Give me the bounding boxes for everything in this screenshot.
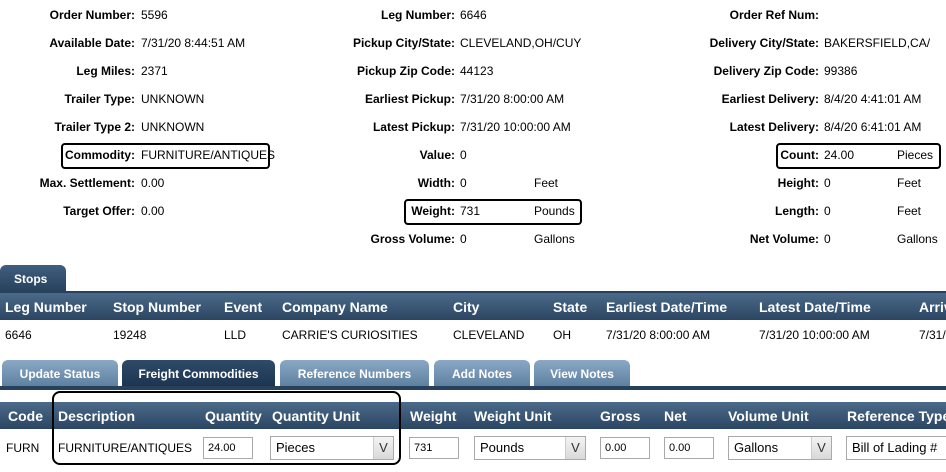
tab-freight-commodities[interactable]: Freight Commodities bbox=[122, 360, 275, 387]
order-ref-num-label: Order Ref Num: bbox=[729, 8, 819, 22]
stops-cell-stop-number: 19248 bbox=[113, 328, 147, 342]
stops-cell-earliest-date-time: 7/31/20 8:00:00 AM bbox=[606, 328, 711, 342]
width-value: 0 bbox=[460, 176, 467, 190]
available-date-value: 7/31/20 8:44:51 AM bbox=[141, 36, 246, 50]
stops-col-latest-date-time: Latest Date/Time bbox=[759, 299, 871, 315]
target-offer-label: Target Offer: bbox=[63, 204, 135, 218]
order-number-value: 5596 bbox=[141, 8, 168, 22]
freight-col-reference-type: Reference Type bbox=[847, 408, 946, 424]
stops-cell-company-name: CARRIE'S CURIOSITIES bbox=[282, 328, 418, 342]
earliest-pickup-label: Earliest Pickup: bbox=[364, 92, 455, 106]
pickup-zip-code-value: 44123 bbox=[460, 64, 494, 78]
stops-table-header: Leg Number Stop Number Event Company Name Ci… bbox=[0, 293, 946, 320]
leg-number-value: 6646 bbox=[460, 8, 487, 22]
stops-cell-city: CLEVELAND bbox=[453, 328, 525, 342]
latest-pickup-label: Latest Pickup: bbox=[372, 120, 455, 134]
stops-col-event: Event bbox=[224, 299, 263, 315]
delivery-zip-code-label: Delivery Zip Code: bbox=[713, 64, 819, 78]
leg-miles-label: Leg Miles: bbox=[76, 64, 135, 78]
stops-cell-arriv: 7/31/ bbox=[919, 328, 946, 342]
chevron-down-icon[interactable]: V bbox=[565, 437, 585, 459]
trailer-type-value: UNKNOWN bbox=[141, 92, 205, 106]
latest-pickup-value: 7/31/20 10:00:00 AM bbox=[460, 120, 571, 134]
net-volume-label: Net Volume: bbox=[749, 232, 819, 246]
freight-col-gross: Gross bbox=[600, 408, 641, 424]
leg-number-label: Leg Number: bbox=[380, 8, 455, 22]
gross-volume-label: Gross Volume: bbox=[370, 232, 455, 246]
weight-highlight bbox=[404, 199, 582, 225]
net-input[interactable]: 0.00 bbox=[664, 437, 714, 459]
gross-input[interactable]: 0.00 bbox=[600, 437, 650, 459]
tabs-band bbox=[0, 386, 946, 390]
stops-col-city: City bbox=[453, 299, 480, 315]
height-label: Height: bbox=[777, 176, 819, 190]
stops-cell-leg-number: 6646 bbox=[5, 328, 32, 342]
height-unit: Feet bbox=[897, 176, 922, 190]
order-number-label: Order Number: bbox=[49, 8, 135, 22]
reference-type-select[interactable]: Bill of Lading # bbox=[846, 436, 946, 460]
earliest-delivery-value: 8/4/20 4:41:01 AM bbox=[824, 92, 922, 106]
leg-miles-value: 2371 bbox=[141, 64, 168, 78]
earliest-delivery-label: Earliest Delivery: bbox=[721, 92, 819, 106]
delivery-city-state-value: BAKERSFIELD,CA/ bbox=[824, 36, 931, 50]
trailer-type-2-value: UNKNOWN bbox=[141, 120, 205, 134]
commodity-highlight bbox=[61, 143, 270, 169]
value-label: Value: bbox=[419, 148, 455, 162]
stops-col-leg-number: Leg Number bbox=[5, 299, 87, 315]
stops-cell-state: OH bbox=[553, 328, 571, 342]
width-unit: Feet bbox=[534, 176, 559, 190]
net-volume-unit: Gallons bbox=[897, 232, 938, 246]
max-settlement-value: 0.00 bbox=[141, 176, 165, 190]
chevron-down-icon[interactable]: V bbox=[811, 437, 831, 459]
tab-reference-numbers[interactable]: Reference Numbers bbox=[280, 360, 429, 387]
trailer-type-label: Trailer Type: bbox=[64, 92, 135, 106]
stops-col-state: State bbox=[553, 299, 588, 315]
stops-col-company-name: Company Name bbox=[282, 299, 388, 315]
pickup-city-state-label: Pickup City/State: bbox=[352, 36, 455, 50]
freight-col-weight-unit: Weight Unit bbox=[474, 408, 552, 424]
earliest-pickup-value: 7/31/20 8:00:00 AM bbox=[460, 92, 565, 106]
count-highlight bbox=[776, 143, 941, 169]
reference-type-value: Bill of Lading # bbox=[852, 440, 938, 455]
volume-unit-select[interactable]: Gallons V bbox=[728, 436, 832, 460]
latest-delivery-value: 8/4/20 6:41:01 AM bbox=[824, 120, 922, 134]
freight-col-net: Net bbox=[664, 408, 687, 424]
stops-cell-latest-date-time: 7/31/20 10:00:00 AM bbox=[759, 328, 870, 342]
freight-col-code: Code bbox=[8, 408, 43, 424]
delivery-zip-code-value: 99386 bbox=[824, 64, 858, 78]
weight-unit-select[interactable]: Pounds V bbox=[474, 436, 586, 460]
max-settlement-label: Max. Settlement: bbox=[39, 176, 135, 190]
freight-col-weight: Weight bbox=[410, 408, 457, 424]
net-volume-value: 0 bbox=[824, 232, 831, 246]
length-value: 0 bbox=[824, 204, 831, 218]
gross-volume-unit: Gallons bbox=[534, 232, 575, 246]
volume-unit-value: Gallons bbox=[734, 440, 779, 455]
tab-view-notes[interactable]: View Notes bbox=[534, 360, 630, 387]
weight-input[interactable]: 731 bbox=[409, 437, 459, 459]
stops-col-earliest-date-time: Earliest Date/Time bbox=[606, 299, 728, 315]
stops-cell-event: LLD bbox=[224, 328, 247, 342]
pickup-zip-code-label: Pickup Zip Code: bbox=[356, 64, 455, 78]
pickup-city-state-value: CLEVELAND,OH/CUY bbox=[460, 36, 582, 50]
available-date-label: Available Date: bbox=[49, 36, 135, 50]
trailer-type-2-label: Trailer Type 2: bbox=[54, 120, 135, 134]
gross-volume-value: 0 bbox=[460, 232, 467, 246]
weight-unit-value: Pounds bbox=[480, 440, 525, 455]
stops-col-stop-number: Stop Number bbox=[113, 299, 201, 315]
length-label: Length: bbox=[775, 204, 819, 218]
delivery-city-state-label: Delivery City/State: bbox=[709, 36, 819, 50]
freight-highlight bbox=[52, 391, 401, 465]
width-label: Width: bbox=[417, 176, 455, 190]
target-offer-value: 0.00 bbox=[141, 204, 165, 218]
tab-update-status[interactable]: Update Status bbox=[2, 360, 118, 387]
height-value: 0 bbox=[824, 176, 831, 190]
latest-delivery-label: Latest Delivery: bbox=[729, 120, 819, 134]
tab-stops[interactable]: Stops bbox=[0, 265, 66, 292]
length-unit: Feet bbox=[897, 204, 922, 218]
tab-add-notes[interactable]: Add Notes bbox=[434, 360, 530, 387]
value-value: 0 bbox=[460, 148, 467, 162]
freight-col-volume-unit: Volume Unit bbox=[728, 408, 809, 424]
freight-code: FURN bbox=[6, 441, 40, 455]
stops-col-arriv: Arriv bbox=[919, 299, 946, 315]
